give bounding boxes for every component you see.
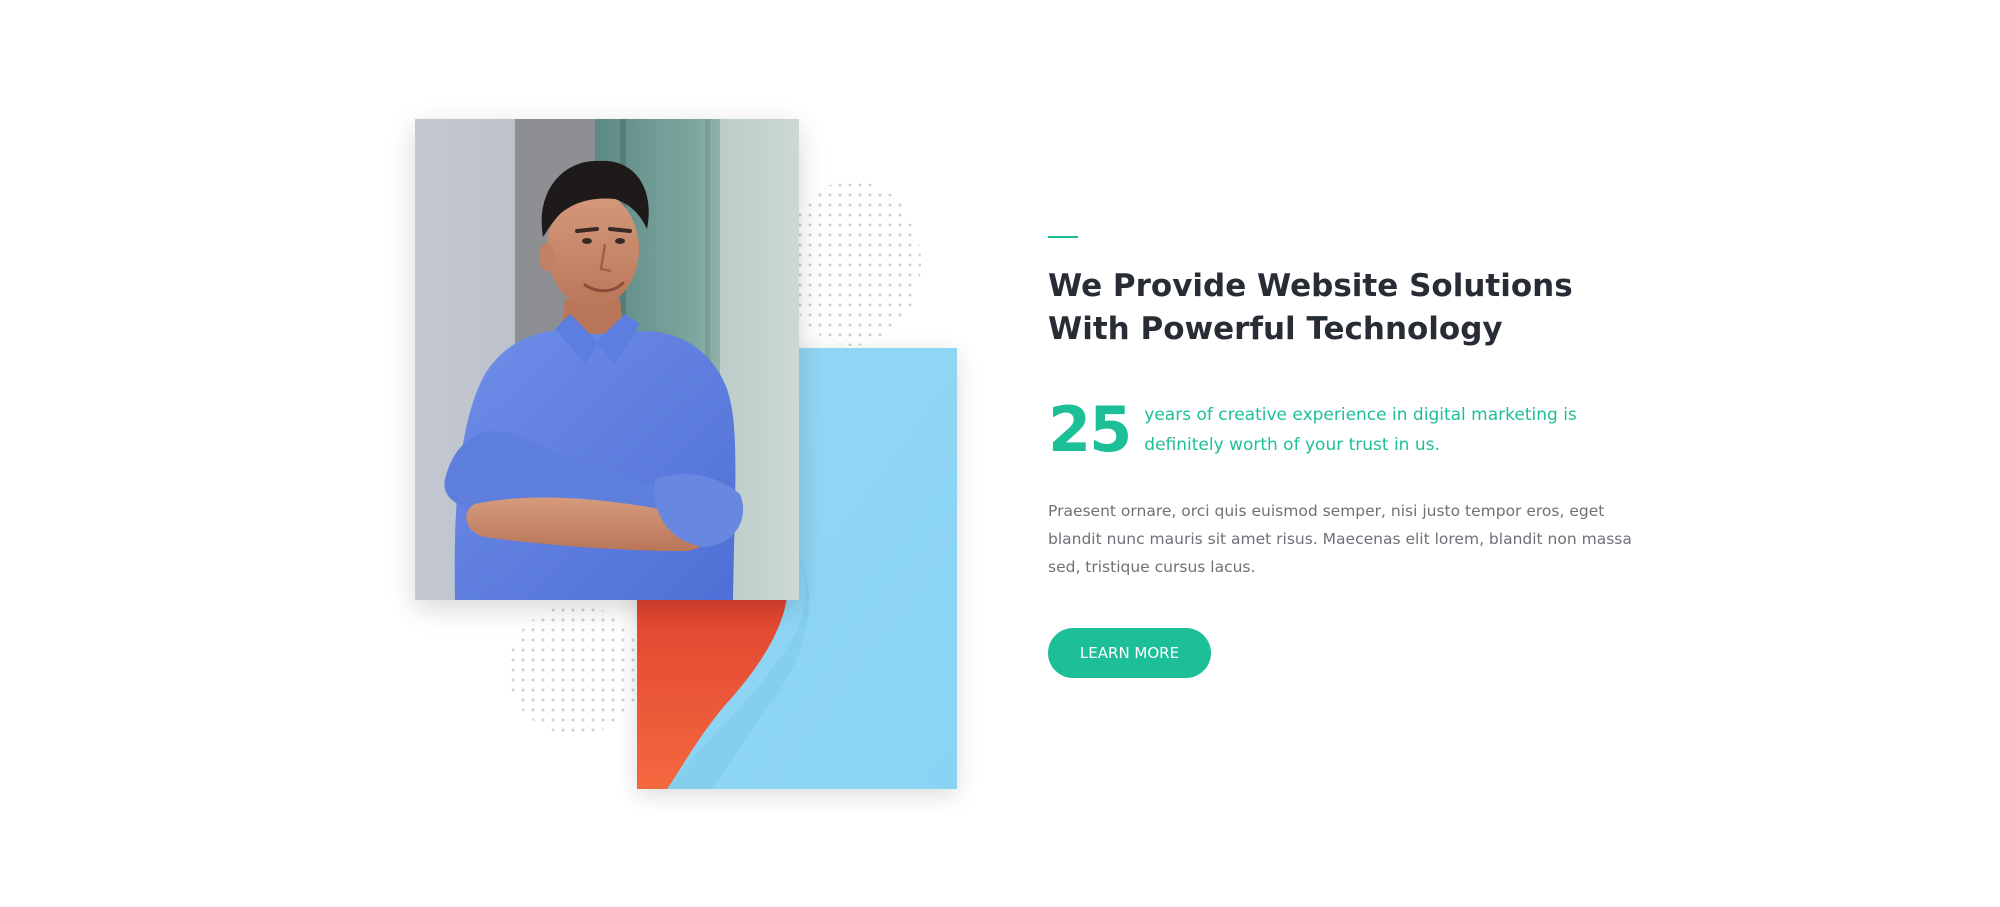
body-line-2: blandit nunc mauris sit amet risus. Maec… — [1048, 530, 1632, 548]
portrait-photo-man-arms-crossed — [415, 119, 799, 600]
dot-pattern-decoration-bottom — [508, 605, 644, 735]
stat-text-line-2: definitely worth of your trust in us. — [1144, 435, 1440, 455]
dot-pattern-decoration-top — [785, 180, 921, 346]
heading-line-2: With Powerful Technology — [1048, 311, 1503, 347]
section-heading: We Provide Website Solutions With Powerf… — [1048, 265, 1573, 351]
body-line-3: sed, tristique cursus lacus. — [1048, 558, 1256, 576]
experience-stat: 25 years of creative experience in digit… — [1048, 399, 1588, 461]
body-line-1: Praesent ornare, orci quis euismod sempe… — [1048, 502, 1605, 520]
stat-text-line-1: years of creative experience in digital … — [1144, 405, 1577, 425]
about-section: We Provide Website Solutions With Powerf… — [0, 0, 2000, 907]
body-paragraph: Praesent ornare, orci quis euismod sempe… — [1048, 497, 1632, 581]
stat-description: years of creative experience in digital … — [1144, 400, 1577, 460]
learn-more-button[interactable]: LEARN MORE — [1048, 628, 1211, 678]
accent-line-decoration — [1048, 236, 1078, 238]
heading-line-1: We Provide Website Solutions — [1048, 268, 1573, 304]
stat-number: 25 — [1048, 393, 1132, 466]
content-column: We Provide Website Solutions With Powerf… — [1048, 236, 1632, 678]
